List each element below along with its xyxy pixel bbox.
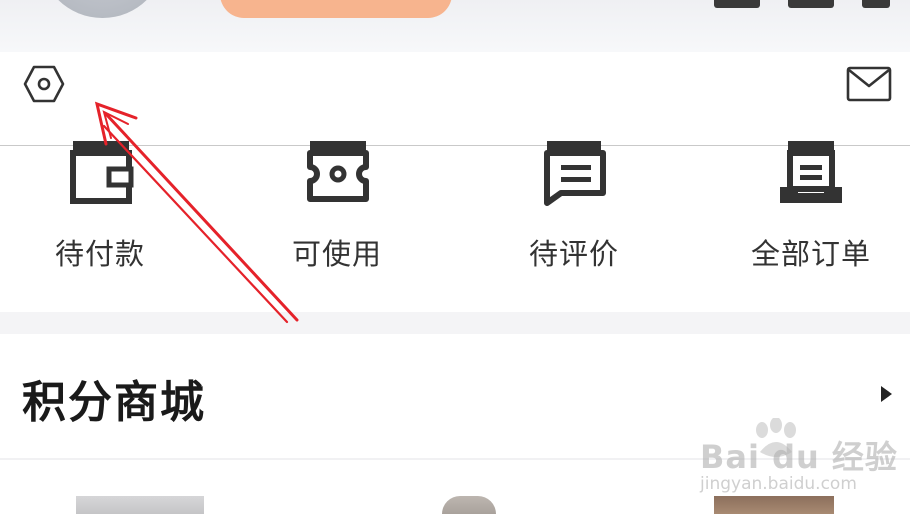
orders-row: 待付款 可使用 待评价 全部订单 (0, 135, 910, 295)
points-mall-title: 积分商城 (22, 377, 206, 428)
message-button[interactable] (844, 64, 894, 104)
user-avatar[interactable] (40, 0, 165, 18)
order-pending-review[interactable]: 待评价 (494, 135, 654, 285)
wallet-icon (70, 141, 134, 204)
points-mall-header[interactable]: 积分商城 (0, 334, 910, 458)
profile-header-strip (0, 0, 910, 52)
signin-button[interactable] (220, 0, 452, 18)
settings-hexagon-icon (23, 65, 65, 103)
order-all-orders[interactable]: 全部订单 (731, 135, 891, 285)
product-thumb-3[interactable] (714, 496, 834, 514)
order-label: 待付款 (54, 237, 145, 271)
order-pending-payment[interactable]: 待付款 (20, 135, 180, 285)
ticket-icon (307, 141, 369, 202)
order-label: 全部订单 (750, 237, 871, 271)
header-hint-3 (862, 0, 890, 8)
order-label: 可使用 (291, 237, 382, 271)
comment-icon (544, 141, 606, 206)
header-top-right-info (580, 0, 910, 16)
order-label: 待评价 (528, 237, 619, 271)
header-hint-1 (714, 0, 760, 8)
mall-divider (0, 458, 910, 460)
mall-product-thumbs (0, 496, 910, 514)
envelope-icon (846, 66, 892, 102)
triangle-right-icon (881, 386, 892, 402)
product-thumb-2[interactable] (442, 496, 496, 514)
product-thumb-1[interactable] (76, 496, 204, 514)
settings-button[interactable] (22, 64, 66, 104)
order-list-icon (780, 141, 842, 203)
watermark-url: jingyan.baidu.com (700, 474, 857, 494)
order-available[interactable]: 可使用 (257, 135, 417, 285)
header-hint-2 (788, 0, 834, 8)
profile-screen: 待付款 可使用 待评价 全部订单 积分商城 Bai du 经验 jingyan.… (0, 0, 910, 514)
section-gap (0, 312, 910, 334)
